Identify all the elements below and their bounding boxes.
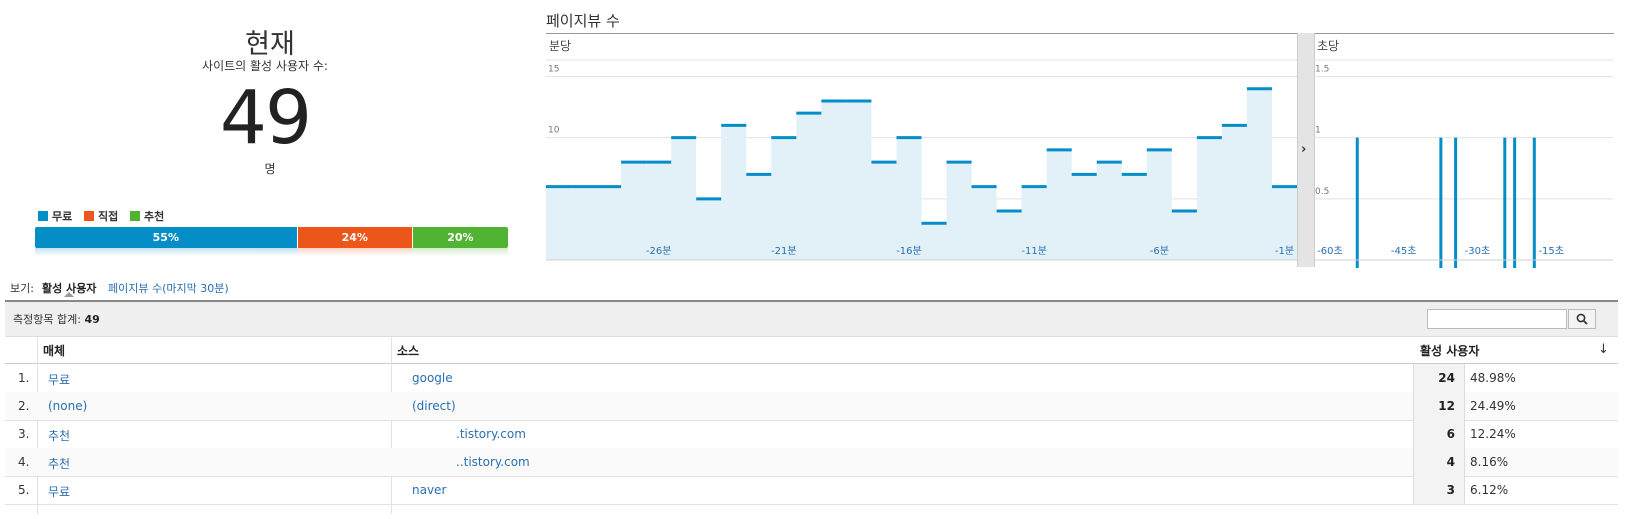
table-row: 5. 무료 naver 3 6.12%	[5, 476, 1618, 505]
active-users-percent: 24.49%	[1470, 399, 1516, 413]
reflection-segment	[412, 248, 508, 256]
count-unit: 명	[264, 162, 276, 176]
source-link[interactable]: .tistory.com	[456, 427, 526, 441]
legend-swatch	[130, 211, 140, 221]
row-index: 5.	[18, 483, 30, 497]
x-tick-label: -21분	[771, 245, 797, 257]
active-users-value: 4	[1446, 455, 1455, 469]
medium-link[interactable]: 추천	[48, 455, 70, 472]
y-tick-label: 1	[1315, 126, 1321, 136]
medium-link[interactable]: 무료	[48, 483, 70, 500]
chevron-right-icon[interactable]: ›	[1301, 142, 1306, 157]
table-row: 1. 무료 google 24 48.98%	[5, 364, 1618, 393]
x-tick-label: -15초	[1538, 245, 1564, 257]
source-link[interactable]: google	[412, 371, 453, 385]
active-users-percent: 48.98%	[1470, 371, 1516, 385]
traffic-share-bar: 55% 24% 20%	[35, 227, 508, 248]
share-segment-direct: 24%	[297, 227, 413, 248]
legend-label: 추천	[144, 210, 165, 223]
active-users-percent: 8.16%	[1470, 455, 1509, 469]
legend-label: 직접	[98, 210, 119, 223]
metric-total-bar	[5, 302, 1618, 337]
table-search-input[interactable]	[1427, 309, 1567, 329]
second-bar--35	[1439, 137, 1443, 268]
x-tick-label: -45초	[1391, 245, 1417, 257]
metric-total-value: 49	[84, 313, 100, 326]
tab-active-caret	[64, 292, 74, 297]
active-users-percent: 6.12%	[1470, 483, 1509, 497]
reflection-segment	[35, 248, 298, 256]
second-bar--20	[1513, 137, 1517, 268]
medium-link[interactable]: 무료	[48, 371, 70, 388]
y-tick-label: 1.5	[1315, 64, 1329, 74]
legend-label: 무료	[52, 210, 73, 223]
pageviews-area	[546, 88, 1297, 260]
per-minute-chart: 51015-26분-21분-16분-11분-6분-1분	[546, 59, 1297, 261]
legend-swatch	[84, 211, 94, 221]
second-bar--52	[1355, 137, 1359, 268]
legend-swatch	[38, 211, 48, 221]
legend-item-organic: 무료	[38, 208, 72, 224]
y-tick-label: 15	[548, 64, 559, 74]
x-tick-label: -30초	[1465, 245, 1491, 257]
sort-descending-icon[interactable]: ↓	[1598, 342, 1609, 357]
x-tick-label: -16분	[896, 245, 922, 257]
active-users-value: 24	[1438, 371, 1455, 385]
pageviews-chart-title: 페이지뷰 수	[546, 12, 620, 30]
active-users-count: 49	[219, 75, 312, 161]
per-second-chart: 0.5 1 1.5 -60초 -45초 -30초 -15초	[1313, 59, 1613, 268]
active-users-label: 사이트의 활성 사용자 수:	[202, 59, 328, 73]
active-users-value: 12	[1438, 399, 1455, 413]
metric-total-label: 측정항목 합계:	[13, 313, 81, 326]
source-link[interactable]: (direct)	[412, 399, 456, 413]
row-index: 3.	[18, 427, 30, 441]
now-title: 현재	[245, 29, 295, 60]
active-users-value: 6	[1446, 427, 1455, 441]
x-tick-label: -6분	[1150, 245, 1169, 257]
chart-title-rule	[546, 33, 1614, 34]
table-row: 4. 추천 ..tistory.com 4 8.16%	[5, 448, 1618, 477]
x-tick-label: -1분	[1275, 245, 1294, 257]
source-link[interactable]: ..tistory.com	[456, 455, 530, 469]
y-tick-label: 10	[548, 126, 560, 136]
tab-pageviews-last-30-min[interactable]: 페이지뷰 수(마지막 30분)	[108, 280, 229, 296]
view-label: 보기:	[10, 282, 34, 295]
metric-total: 측정항목 합계: 49	[13, 311, 100, 327]
medium-link[interactable]: 추천	[48, 427, 70, 444]
reflection-segment	[297, 248, 413, 256]
legend-item-referral: 추천	[130, 208, 164, 224]
search-icon	[1576, 313, 1588, 325]
row-index: 1.	[18, 371, 30, 385]
row-index: 4.	[18, 455, 30, 469]
traffic-share-reflection	[35, 248, 508, 256]
second-bar--22	[1503, 137, 1507, 268]
medium-link[interactable]: (none)	[48, 399, 87, 413]
second-bar--32	[1454, 137, 1458, 268]
row-index: 2.	[18, 399, 30, 413]
y-tick-label: 0.5	[1315, 187, 1329, 197]
legend-item-direct: 직접	[84, 208, 118, 224]
active-users-percent: 12.24%	[1470, 427, 1516, 441]
table-search-button[interactable]	[1568, 309, 1596, 329]
table-row: 3. 추천 .tistory.com 6 12.24%	[5, 420, 1618, 449]
table-header-row	[5, 337, 1618, 364]
share-segment-referral: 20%	[412, 227, 508, 248]
column-header-medium[interactable]: 매체	[43, 342, 65, 359]
table-row: 2. (none) (direct) 12 24.49%	[5, 392, 1618, 421]
x-tick-label: -26분	[646, 245, 672, 257]
column-header-source[interactable]: 소스	[397, 342, 419, 359]
x-tick-label: -60초	[1317, 245, 1343, 257]
share-segment-organic: 55%	[35, 227, 298, 248]
column-header-active-users[interactable]: 활성 사용자	[1420, 342, 1479, 359]
second-bar--16	[1532, 137, 1536, 268]
source-link[interactable]: naver	[412, 483, 446, 497]
x-tick-label: -11분	[1021, 245, 1047, 257]
active-users-value: 3	[1446, 483, 1455, 497]
